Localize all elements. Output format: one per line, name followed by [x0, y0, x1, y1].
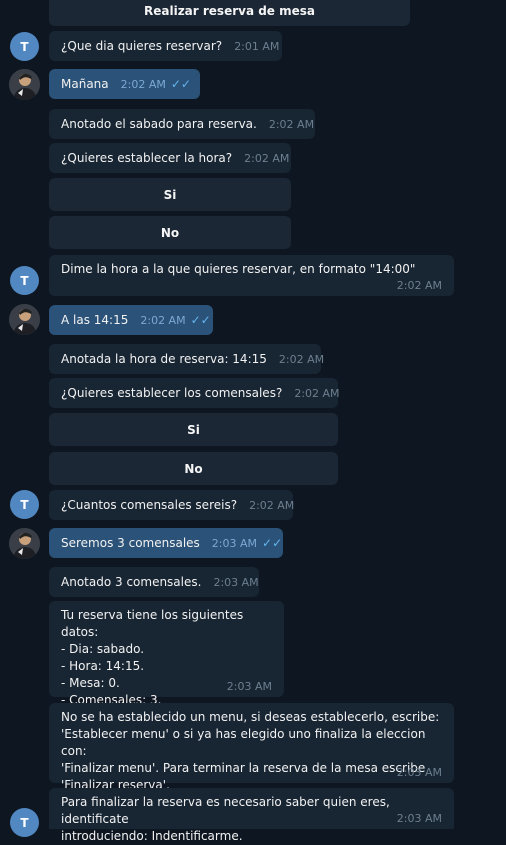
message-line: 'Finalizar menu'. Para terminar la reser…	[61, 761, 426, 775]
message-bubble: Anotada la hora de reserva: 14:15 2:02 A…	[49, 344, 325, 374]
user-photo-icon	[9, 69, 40, 100]
message-bubble: ¿Quieres establecer los comensales? 2:02…	[49, 378, 340, 408]
keyboard-button-label: Realizar reserva de mesa	[143, 4, 316, 18]
avatar-letter: T	[20, 39, 29, 54]
keyboard-button-si[interactable]: Si	[49, 413, 338, 446]
message-text: Anotada la hora de reserva: 14:15	[61, 351, 267, 366]
message-time: 2:03 AM	[226, 680, 272, 693]
message-time: 2:02 AM	[249, 498, 295, 512]
read-check-icon: ✓✓	[170, 76, 191, 91]
message-line: 'Establecer menu' o si ya has elegido un…	[61, 727, 426, 758]
message-text: ¿Cuantos comensales sereis?	[61, 497, 238, 512]
message-bubble-outgoing: Seremos 3 comensales 2:03 AM ✓✓	[49, 528, 283, 558]
message-line: Tu reserva tiene los siguientes datos:	[61, 608, 244, 639]
message-bubble: ¿Que dia quieres reservar? 2:01 AM	[49, 31, 282, 61]
keyboard-button-label: Si	[187, 422, 200, 437]
user-avatar[interactable]	[9, 304, 40, 335]
avatar-letter: T	[20, 497, 29, 512]
message-bubble: Anotado 3 comensales. 2:03 AM	[49, 567, 259, 597]
message-time: 2:01 AM	[234, 39, 280, 53]
keyboard-button-label: No	[184, 461, 203, 476]
message-time: 2:02 AM	[278, 352, 325, 366]
bot-avatar[interactable]: T	[10, 490, 39, 519]
message-line: Para finalizar la reserva es necesario s…	[61, 795, 390, 826]
keyboard-button-si[interactable]: Si	[49, 178, 291, 211]
message-text: Mañana	[61, 76, 109, 91]
message-bubble: Tu reserva tiene los siguientes datos: -…	[49, 601, 284, 707]
message-bubble: Para finalizar la reserva es necesario s…	[49, 788, 454, 843]
bot-avatar[interactable]: T	[10, 808, 39, 837]
user-photo-icon	[9, 528, 40, 559]
chat-area: Realizar reserva de mesa T ¿Que dia quie…	[0, 0, 506, 843]
message-text: A las 14:15	[61, 312, 129, 327]
message-bubble: Dime la hora a la que quieres reservar, …	[49, 255, 454, 296]
keyboard-button-label: Si	[163, 187, 177, 202]
message-text: ¿Que dia quieres reservar?	[61, 38, 223, 53]
message-text: Seremos 3 comensales	[61, 535, 200, 550]
avatar-letter: T	[20, 815, 29, 830]
message-time: 2:03 AM	[396, 812, 442, 825]
keyboard-button-no[interactable]: No	[49, 452, 338, 485]
message-line: introduciendo: Indentificarme.	[61, 829, 243, 843]
message-text: Anotado el sabado para reserva.	[61, 116, 257, 131]
message-time: 2:03 AM	[213, 575, 259, 589]
user-photo-icon	[9, 304, 40, 335]
read-check-icon: ✓✓	[190, 312, 211, 327]
avatar-letter: T	[20, 273, 29, 288]
read-check-icon: ✓✓	[262, 535, 283, 550]
message-line: - Dia: sabado.	[61, 642, 145, 656]
message-text: Dime la hora a la que quieres reservar, …	[61, 262, 416, 276]
message-text: ¿Quieres establecer los comensales?	[61, 385, 283, 400]
message-bubble: ¿Cuantos comensales sereis? 2:02 AM	[49, 490, 295, 520]
keyboard-button-label: No	[160, 225, 180, 240]
user-avatar[interactable]	[9, 528, 40, 559]
message-line: No se ha establecido un menu, si deseas …	[61, 710, 440, 724]
message-bubble: Anotado el sabado para reserva. 2:02 AM	[49, 109, 315, 139]
user-avatar[interactable]	[9, 69, 40, 100]
keyboard-button-no[interactable]: No	[49, 216, 291, 249]
message-time: 2:02 AM	[140, 313, 186, 327]
message-bubble-outgoing: A las 14:15 2:02 AM ✓✓	[49, 305, 213, 335]
message-time: 2:02 AM	[268, 117, 315, 131]
message-bubble: ¿Quieres establecer la hora? 2:02 AM	[49, 143, 291, 173]
message-text: ¿Quieres establecer la hora?	[61, 150, 233, 165]
message-line: - Hora: 14:15.	[61, 659, 145, 673]
message-bubble-outgoing: Mañana 2:02 AM ✓✓	[49, 69, 200, 99]
message-time: 2:02 AM	[120, 77, 166, 91]
keyboard-button-realizar-reserva[interactable]: Realizar reserva de mesa	[49, 0, 410, 26]
message-time: 2:03 AM	[396, 766, 442, 779]
message-time: 2:02 AM	[244, 151, 290, 165]
bot-avatar[interactable]: T	[10, 266, 39, 295]
message-text: Anotado 3 comensales.	[61, 574, 202, 589]
message-time: 2:02 AM	[294, 386, 340, 400]
message-bubble: No se ha establecido un menu, si deseas …	[49, 703, 454, 792]
message-time: 2:02 AM	[396, 279, 442, 292]
bot-avatar[interactable]: T	[10, 32, 39, 61]
message-time: 2:03 AM	[211, 536, 258, 550]
